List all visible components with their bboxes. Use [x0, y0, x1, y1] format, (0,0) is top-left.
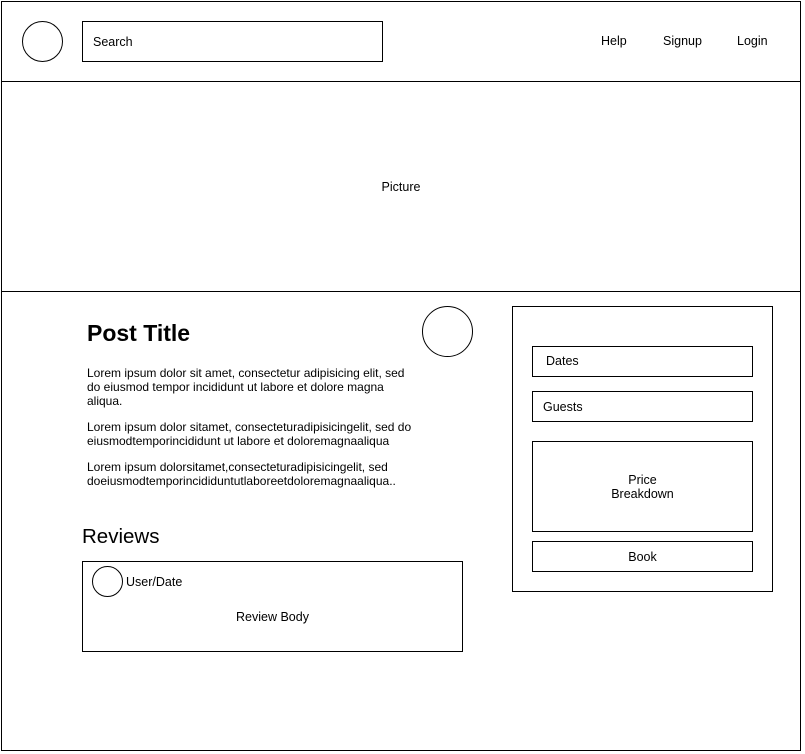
search-input[interactable] — [82, 21, 383, 62]
nav-help-link[interactable]: Help — [601, 34, 627, 48]
review-user-date: User/Date — [126, 575, 183, 589]
post-paragraph-1: Lorem ipsum dolor sit amet, consectetur … — [87, 366, 405, 408]
review-card: User/Date Review Body — [82, 561, 463, 652]
guests-label: Guests — [543, 400, 583, 414]
reviewer-avatar — [92, 566, 123, 597]
hero-divider — [1, 291, 801, 292]
dates-field[interactable]: Dates — [532, 346, 753, 377]
guests-field[interactable]: Guests — [532, 391, 753, 422]
book-button-label: Book — [628, 549, 657, 564]
host-avatar[interactable] — [422, 306, 473, 357]
hero-picture-label: Picture — [381, 179, 421, 194]
reviews-heading: Reviews — [82, 525, 160, 548]
post-paragraph-2: Lorem ipsum dolor sitamet, consecteturad… — [87, 420, 412, 448]
hero-picture: Picture — [1, 82, 801, 291]
price-breakdown-line1: Price — [628, 472, 657, 487]
price-breakdown: Price Breakdown — [532, 441, 753, 532]
review-body-area: Review Body — [83, 602, 462, 632]
booking-panel: Dates Guests Price Breakdown Book — [512, 306, 773, 592]
price-breakdown-line2: Breakdown — [611, 486, 674, 501]
post-title: Post Title — [87, 320, 191, 346]
book-button[interactable]: Book — [532, 541, 753, 572]
dates-label: Dates — [546, 354, 579, 368]
review-body: Review Body — [236, 610, 309, 624]
logo-icon[interactable] — [22, 21, 63, 62]
post-paragraph-3: Lorem ipsum dolorsitamet,consecteturadip… — [87, 460, 396, 488]
nav-login-link[interactable]: Login — [737, 34, 768, 48]
nav-signup-link[interactable]: Signup — [663, 34, 702, 48]
